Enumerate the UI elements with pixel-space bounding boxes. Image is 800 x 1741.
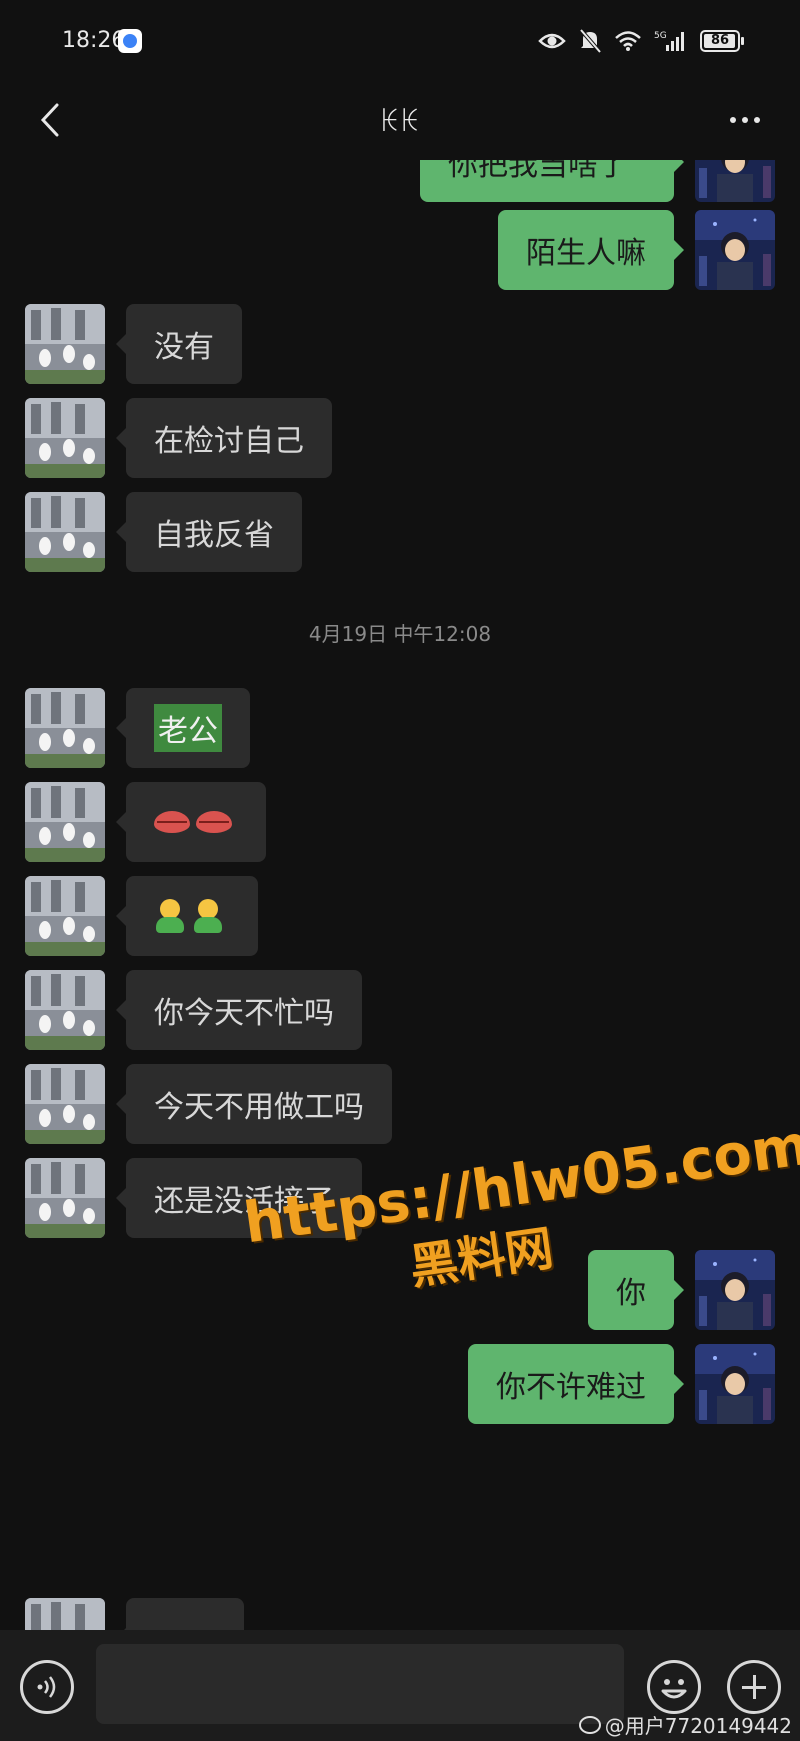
avatar-image bbox=[25, 876, 105, 956]
avatar-image bbox=[25, 970, 105, 1050]
my-avatar[interactable] bbox=[695, 1344, 775, 1424]
contact-avatar[interactable] bbox=[25, 782, 105, 862]
message-bubble-incoming[interactable]: 还是没活接了 bbox=[116, 1158, 362, 1238]
emoji-button[interactable] bbox=[647, 1660, 701, 1714]
chat-title: ꀘꀘ bbox=[379, 108, 421, 138]
battery-icon: 86 bbox=[700, 30, 744, 52]
avatar-image bbox=[695, 1344, 775, 1424]
message-bubble-outgoing[interactable]: 你 bbox=[588, 1250, 684, 1330]
contact-avatar[interactable] bbox=[25, 1064, 105, 1144]
message-row: 今天不用做工吗 bbox=[0, 1064, 800, 1144]
avatar-image bbox=[695, 160, 775, 202]
contact-avatar[interactable] bbox=[25, 1598, 105, 1630]
message-row: 没有 bbox=[0, 304, 800, 384]
message-row: 在检讨自己 bbox=[0, 398, 800, 478]
message-row: 自我反省 bbox=[0, 492, 800, 572]
people-icon bbox=[192, 899, 224, 933]
avatar-image bbox=[25, 304, 105, 384]
voice-input-button[interactable] bbox=[20, 1660, 74, 1714]
contact-avatar[interactable] bbox=[25, 1158, 105, 1238]
people-icon bbox=[154, 899, 186, 933]
message-bubble-incoming[interactable]: 没有 bbox=[116, 304, 242, 384]
avatar-image bbox=[25, 1598, 105, 1630]
message-bubble-incoming[interactable]: 老公 bbox=[116, 688, 250, 768]
more-options-button[interactable] bbox=[720, 98, 770, 142]
message-row: 陌生人嘛 bbox=[0, 210, 800, 290]
message-bubble-incoming[interactable]: 自我反省 bbox=[116, 492, 302, 572]
message-bubble-outgoing[interactable]: 你把我当啥了 bbox=[420, 160, 684, 202]
message-row: 你不许难过 bbox=[0, 1344, 800, 1424]
message-row bbox=[0, 876, 800, 956]
weibo-user: @用户7720149442 bbox=[604, 1714, 792, 1738]
contact-avatar[interactable] bbox=[25, 304, 105, 384]
message-bubble-incoming[interactable]: 在检讨自己 bbox=[116, 398, 332, 478]
contact-avatar[interactable] bbox=[25, 688, 105, 768]
avatar-image bbox=[25, 398, 105, 478]
avatar-image bbox=[25, 1064, 105, 1144]
message-row bbox=[0, 1598, 800, 1630]
my-avatar[interactable] bbox=[695, 210, 775, 290]
contact-avatar[interactable] bbox=[25, 970, 105, 1050]
message-bubble-incoming[interactable] bbox=[116, 876, 258, 956]
message-list[interactable]: 你把我当啥了 陌生人嘛 没有 在检讨自己 自我反省 4月19日 中午12:08 bbox=[0, 160, 800, 1630]
add-attachment-button[interactable] bbox=[727, 1660, 781, 1714]
avatar-image bbox=[695, 210, 775, 290]
message-input[interactable] bbox=[96, 1644, 624, 1724]
message-timestamp: 4月19日 中午12:08 bbox=[308, 622, 492, 646]
contact-avatar[interactable] bbox=[25, 398, 105, 478]
avatar-image bbox=[25, 1158, 105, 1238]
message-row: 老公 bbox=[0, 688, 800, 768]
voice-icon bbox=[37, 1676, 56, 1698]
kissing-lips-icon bbox=[154, 811, 190, 833]
message-bubble-incoming[interactable] bbox=[116, 1598, 244, 1630]
message-bubble-incoming[interactable] bbox=[116, 782, 266, 862]
status-bar: 18:26 5G 86 bbox=[0, 0, 800, 80]
avatar-image bbox=[695, 1250, 775, 1330]
message-row: 你把我当啥了 bbox=[0, 160, 800, 202]
battery-level: 86 bbox=[710, 33, 730, 48]
message-bubble-outgoing[interactable]: 你不许难过 bbox=[468, 1344, 684, 1424]
message-bubble-incoming[interactable]: 你今天不忙吗 bbox=[116, 970, 362, 1050]
mute-bell-icon bbox=[579, 28, 602, 54]
eye-icon bbox=[538, 33, 566, 49]
signal-icon: 5G bbox=[654, 31, 684, 51]
kissing-lips-icon bbox=[196, 811, 232, 833]
message-row bbox=[0, 782, 800, 862]
smiley-icon bbox=[661, 1679, 687, 1699]
contact-avatar[interactable] bbox=[25, 876, 105, 956]
my-avatar[interactable] bbox=[695, 1250, 775, 1330]
my-avatar[interactable] bbox=[695, 160, 775, 202]
weibo-logo-icon bbox=[578, 1715, 601, 1734]
contact-avatar[interactable] bbox=[25, 492, 105, 572]
status-time: 18:26 bbox=[62, 28, 126, 53]
message-bubble-outgoing[interactable]: 陌生人嘛 bbox=[498, 210, 684, 290]
message-bubble-incoming[interactable]: 今天不用做工吗 bbox=[116, 1064, 392, 1144]
message-row: 还是没活接了 bbox=[0, 1158, 800, 1238]
app-notification-icon bbox=[118, 29, 142, 53]
wifi-icon bbox=[615, 31, 641, 51]
avatar-image bbox=[25, 782, 105, 862]
avatar-image bbox=[25, 492, 105, 572]
weibo-credit: @用户7720149442 bbox=[578, 1710, 792, 1739]
message-row: 你今天不忙吗 bbox=[0, 970, 800, 1050]
network-type-label: 5G bbox=[654, 31, 667, 41]
message-row: 你 bbox=[0, 1250, 800, 1330]
avatar-image bbox=[25, 688, 105, 768]
chat-header: ꀘꀘ bbox=[0, 80, 800, 160]
status-icons: 5G 86 bbox=[538, 26, 744, 56]
